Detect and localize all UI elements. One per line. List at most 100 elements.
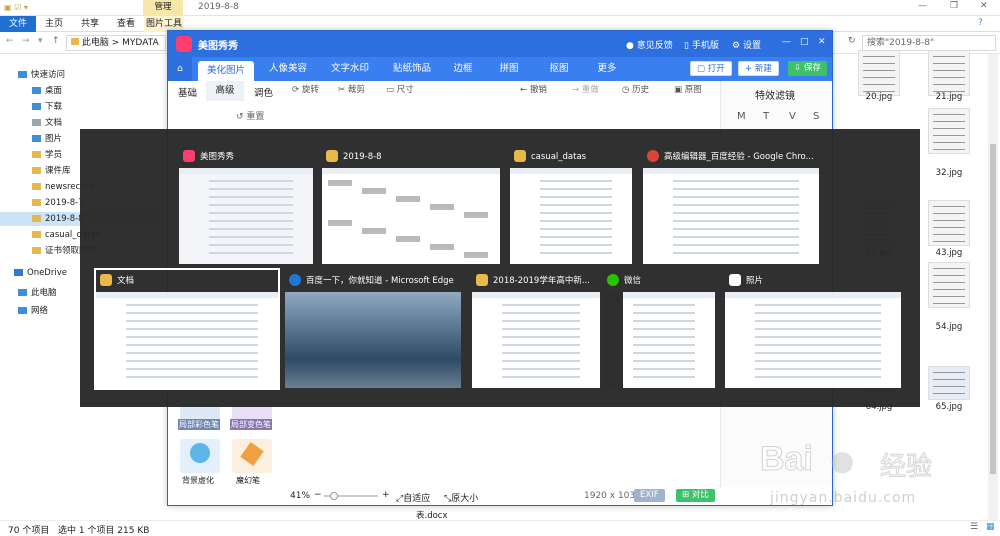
maximize-icon[interactable]: ❐ [950,1,958,11]
feedback-button[interactable]: ● 意见反馈 [626,38,673,51]
switcher-window[interactable]: 美图秀秀 [179,146,313,264]
minimize-icon[interactable]: — [918,1,927,11]
brush-magic[interactable] [232,439,272,473]
file-name[interactable]: 20.jpg [849,92,909,102]
resize-tool[interactable]: ▭ 尺寸 [386,83,414,95]
nav-item[interactable]: 课件库 [32,164,71,178]
side-tab-color[interactable]: 调色 [254,85,273,99]
path-root[interactable]: 此电脑 [82,38,109,48]
tool-tab-manage[interactable]: 管理 [143,0,183,16]
filter-tab-t[interactable]: T [763,111,769,122]
zoom-out-icon[interactable]: − [314,490,322,500]
switcher-window[interactable]: 百度一下，你就知道 - Microsoft Edge [285,270,461,388]
file-thumbnail[interactable] [928,50,970,96]
help-icon[interactable]: ? [978,18,983,28]
tab-view[interactable]: 查看 [108,16,144,32]
side-tab-advanced[interactable]: 高级 [206,81,244,101]
file-thumbnail[interactable] [928,366,970,400]
switcher-window[interactable]: 高级编辑器_百度经验 - Google Chro... [643,146,819,264]
settings-button[interactable]: ⚙ 设置 [732,38,761,51]
filter-tab-s[interactable]: S [813,111,819,122]
file-thumbnail[interactable] [928,108,970,154]
open-button[interactable]: ▢ 打开 [690,61,732,76]
up-icon[interactable]: ↑ [52,36,60,46]
fit-button[interactable]: ⤢自适应 [396,491,430,504]
zoom-slider[interactable] [324,492,378,500]
close-icon[interactable]: ✕ [980,1,988,11]
nav-item[interactable]: 下载 [32,100,62,114]
recent-dropdown-icon[interactable]: ▾ [38,36,43,46]
file-name[interactable]: 21.jpg [919,92,979,102]
nav-item[interactable]: OneDrive [14,266,67,280]
tab-text[interactable]: 文字水印 [322,57,378,81]
crop-tool[interactable]: ✂ 裁剪 [338,83,365,95]
file-name[interactable]: 54.jpg [919,322,979,332]
nav-item[interactable]: 桌面 [32,84,62,98]
nav-item[interactable]: 文档 [32,116,62,130]
filter-tab-m[interactable]: M [737,111,746,122]
nav-item[interactable]: 网络 [18,304,48,318]
exif-button[interactable]: EXIF [634,489,665,502]
switcher-window[interactable]: 2019-8-8 [322,146,500,264]
nav-item[interactable]: 2019-8-7 [32,196,84,210]
tab-file[interactable]: 文件 [0,16,36,32]
file-name[interactable]: 43.jpg [919,248,979,258]
scrollbar-thumb[interactable] [990,144,996,474]
side-tab-basic[interactable]: 基础 [178,85,197,99]
thumbnail-view-icon[interactable]: ▦ [986,522,995,532]
path-next[interactable]: MYDATA [122,38,158,48]
details-view-icon[interactable]: ☰ [970,522,978,532]
nav-item[interactable]: 快速访问 [18,68,65,82]
new-button[interactable]: + 新建 [738,61,779,76]
tab-collage[interactable]: 拼图 [492,57,526,81]
filter-tab-v[interactable]: V [789,111,796,122]
switcher-window[interactable]: casual_datas [510,146,632,264]
save-button[interactable]: ⇩ 保存 [788,61,827,76]
nav-item[interactable]: 学员 [32,148,62,162]
compare-button[interactable]: ⊞ 对比 [676,489,715,502]
tab-more[interactable]: 更多 [590,57,624,81]
forward-icon[interactable]: → [22,36,30,46]
mt-minimize-icon[interactable]: — [782,37,791,47]
tab-frame[interactable]: 边框 [446,57,480,81]
switcher-window[interactable]: 2018-2019学年高中新... [472,270,600,388]
file-thumbnail[interactable] [858,50,900,96]
refresh-icon[interactable]: ↻ [848,36,856,46]
explorer-scrollbar[interactable] [988,54,998,520]
tab-share[interactable]: 共享 [72,16,108,32]
tab-cutout[interactable]: 抠图 [542,57,576,81]
tab-home[interactable]: 主页 [36,16,72,32]
file-thumbnail[interactable] [928,200,970,246]
switcher-window[interactable]: 照片 [725,270,901,388]
mobile-label: 手机版 [691,41,719,51]
history-tool[interactable]: ◷ 历史 [622,83,649,95]
brush-blur[interactable] [180,439,220,473]
mt-maximize-icon[interactable]: □ [800,37,809,47]
reset-button[interactable]: ↺ 重置 [236,109,264,122]
switcher-window[interactable]: 文档 [94,268,280,390]
undo-tool[interactable]: ← 撤销 [520,83,547,95]
zoom-in-icon[interactable]: + [382,490,390,500]
nav-item[interactable]: 图片 [32,132,62,146]
address-box[interactable]: 此电脑 > MYDATA [66,35,166,51]
original-size-button[interactable]: ⤡原大小 [444,491,478,504]
zoom-slider-handle[interactable] [330,492,338,500]
search-input[interactable]: 搜索"2019-8-8" [862,35,996,51]
mt-close-icon[interactable]: ✕ [818,37,826,47]
home-icon[interactable]: ⌂ [168,57,192,81]
rotate-tool[interactable]: ⟳ 旋转 [292,83,319,95]
tab-beautify[interactable]: 美化图片 [198,61,254,81]
mobile-button[interactable]: ▯ 手机版 [684,38,719,51]
file-name[interactable]: 32.jpg [919,168,979,178]
redo-tool[interactable]: → 重做 [572,83,599,95]
tab-stickers[interactable]: 贴纸饰品 [384,57,440,81]
back-icon[interactable]: ← [6,36,14,46]
file-name[interactable]: 65.jpg [919,402,979,412]
original-tool[interactable]: ▣ 原图 [674,83,702,95]
preview-toolbar [179,168,313,174]
switcher-window[interactable]: 微信 [603,270,715,388]
nav-item[interactable]: 此电脑 [18,286,57,300]
quick-access-icons[interactable]: ▣ ☑ ▾ [4,3,44,13]
tab-portrait[interactable]: 人像美容 [260,57,316,81]
file-thumbnail[interactable] [928,262,970,308]
